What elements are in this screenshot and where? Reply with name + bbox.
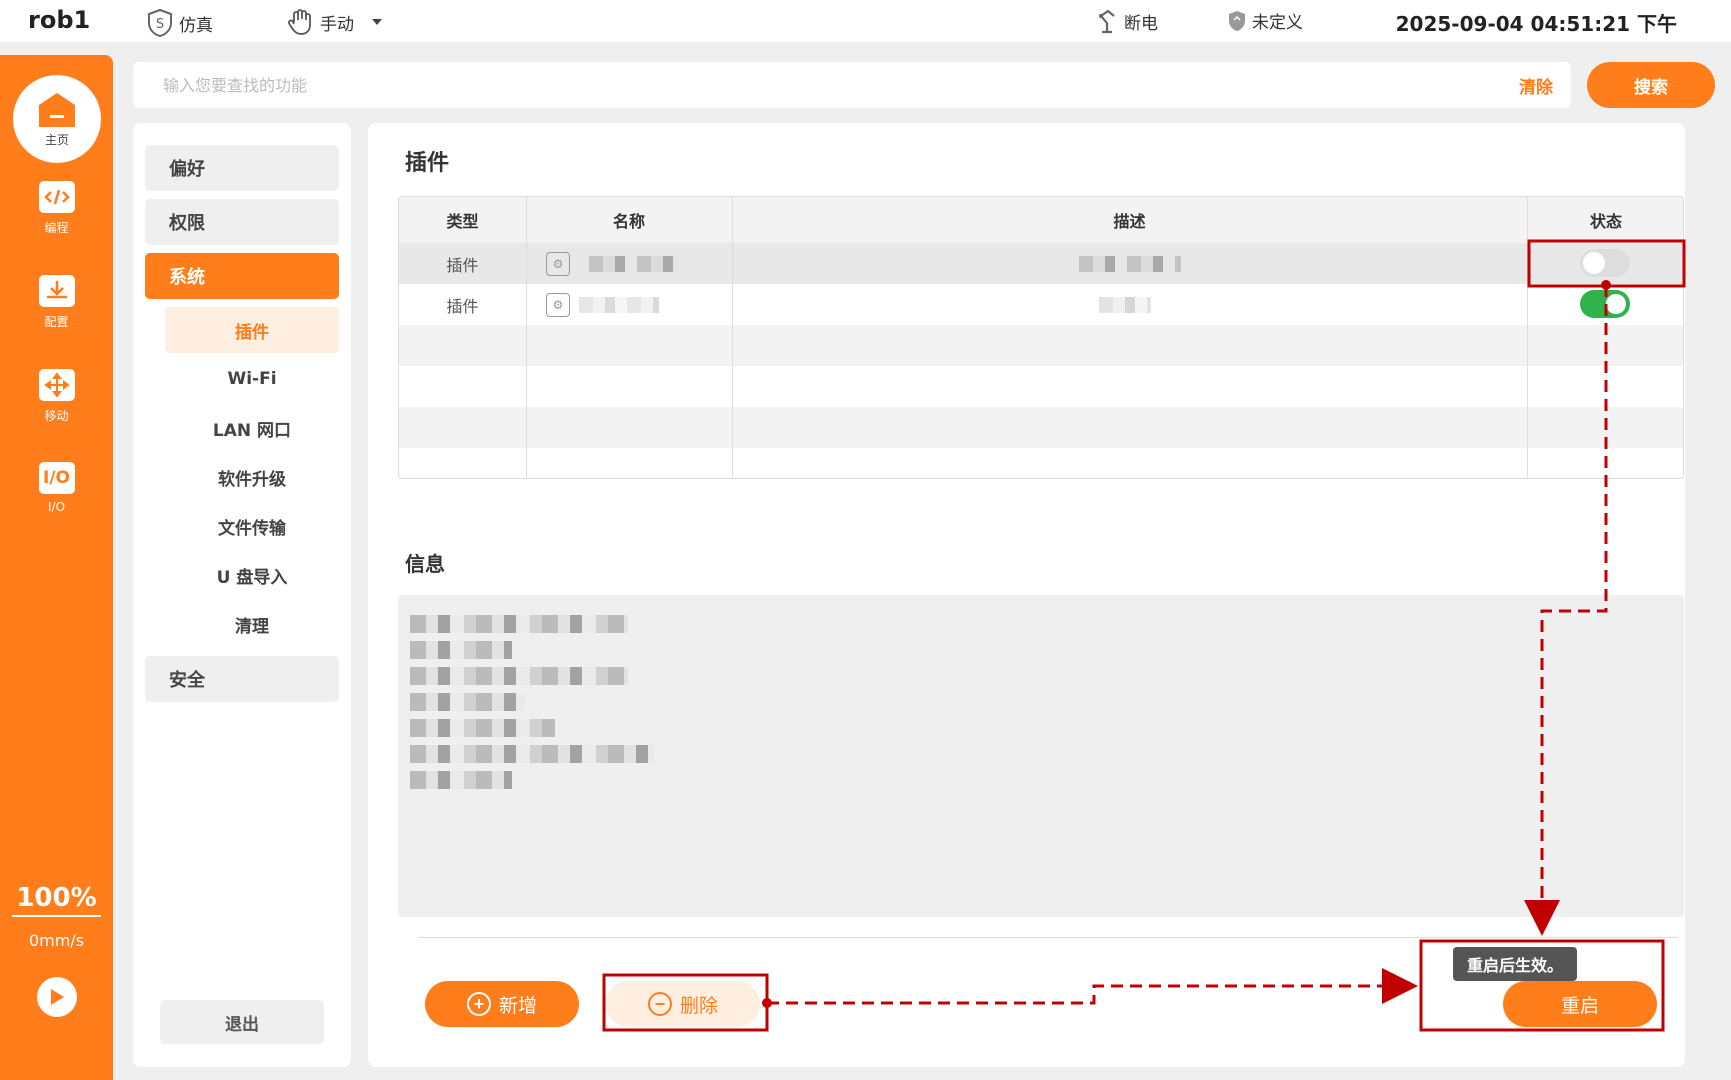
plugin-toggle[interactable] <box>1580 290 1630 318</box>
redacted-info-line <box>410 745 654 763</box>
control-mode-label: 手动 <box>320 14 354 35</box>
submenu-lan[interactable]: LAN 网口 <box>165 405 339 451</box>
column-header-description: 描述 <box>1113 212 1146 231</box>
system-clock: 2025-09-04 04:51:21 下午 <box>1395 12 1677 36</box>
speed-value: 0mm/s <box>28 931 85 950</box>
table-row-empty <box>399 325 1683 366</box>
download-icon <box>38 275 75 307</box>
add-plugin-label: 新增 <box>498 995 537 1017</box>
nav-move[interactable]: 移动 <box>0 369 113 424</box>
column-header-type: 类型 <box>446 212 479 231</box>
power-status[interactable]: 断电 <box>1096 8 1158 34</box>
clear-button[interactable]: 清除 <box>1519 73 1553 98</box>
shield-s-icon: S <box>148 8 172 38</box>
plugin-toggle[interactable] <box>1580 249 1630 277</box>
search-input[interactable] <box>163 71 1363 99</box>
submenu-file-transfer[interactable]: 文件传输 <box>165 503 339 549</box>
table-row[interactable]: 插件 ⚙ <box>399 284 1683 325</box>
footer-divider <box>418 937 1678 938</box>
caret-down-icon <box>372 19 382 25</box>
top-bar: rob1 S 仿真 手动 断电 未定义 2025-09-04 04:51:21 … <box>0 0 1731 42</box>
play-button[interactable] <box>37 977 77 1017</box>
robot-arm-icon <box>1099 9 1115 34</box>
sim-mode-label: 仿真 <box>179 15 213 36</box>
shield-icon <box>1229 10 1245 31</box>
safety-status[interactable]: 未定义 <box>1226 8 1303 33</box>
code-icon <box>38 181 75 213</box>
column-header-status: 状态 <box>1589 212 1622 231</box>
plugin-icon: ⚙ <box>546 293 570 317</box>
left-nav: 主页 编程 配置 移动 I/O I/O 100% 0mm/s ? ? ? ? <box>0 55 113 1080</box>
redacted-info-line <box>410 641 512 659</box>
add-plugin-button[interactable]: + 新增 <box>425 981 579 1027</box>
plugins-title: 插件 <box>405 151 450 176</box>
search-bar: 清除 <box>133 62 1571 108</box>
safety-status-label: 未定义 <box>1252 13 1303 33</box>
table-row-empty <box>399 448 1683 478</box>
redacted-info-line <box>410 667 628 685</box>
table-row-empty <box>399 407 1683 448</box>
plugin-panel: 插件 类型 名称 描述 状态 插件 ⚙ 插件 ⚙ 信息 + 新增 − 删除 重启… <box>368 123 1685 1067</box>
move-icon <box>38 369 75 401</box>
svg-text:S: S <box>156 17 164 32</box>
submenu-wifi[interactable]: Wi-Fi <box>165 356 339 402</box>
column-divider <box>526 197 527 478</box>
nav-programming[interactable]: 编程 <box>0 181 113 236</box>
redacted-name <box>579 297 659 313</box>
table-row[interactable]: 插件 ⚙ <box>399 243 1683 284</box>
column-divider <box>1527 197 1528 478</box>
settings-menu: 偏好 权限 系统 插件 Wi-Fi LAN 网口 软件升级 文件传输 U 盘导入… <box>133 123 351 1067</box>
nav-home[interactable]: 主页 <box>13 75 101 163</box>
menu-system[interactable]: 系统 <box>145 253 339 299</box>
play-icon <box>51 989 64 1005</box>
submenu-software-upgrade[interactable]: 软件升级 <box>165 454 339 500</box>
redacted-info-line <box>410 615 628 633</box>
column-header-name: 名称 <box>612 212 645 231</box>
table-header: 类型 名称 描述 状态 <box>399 197 1683 243</box>
delete-plugin-label: 删除 <box>679 995 718 1017</box>
submenu-usb-import[interactable]: U 盘导入 <box>165 552 339 598</box>
redacted-description <box>1099 297 1151 313</box>
redacted-info-line <box>410 771 512 789</box>
row-type: 插件 <box>446 255 479 275</box>
nav-home-label: 主页 <box>44 132 69 147</box>
nav-io[interactable]: I/O I/O <box>0 462 113 514</box>
info-title: 信息 <box>405 552 445 576</box>
hand-icon <box>288 9 311 35</box>
menu-security[interactable]: 安全 <box>145 656 339 702</box>
menu-permission[interactable]: 权限 <box>145 199 339 245</box>
column-divider <box>732 197 733 478</box>
submenu-plugins[interactable]: 插件 <box>165 307 339 353</box>
redacted-description <box>1079 256 1181 272</box>
submenu-cleanup[interactable]: 清理 <box>165 601 339 647</box>
speed-percent[interactable]: 100% <box>12 883 101 917</box>
minus-circle-icon: − <box>647 992 672 1016</box>
redacted-info-line <box>410 693 525 711</box>
control-mode-dropdown[interactable]: 手动 <box>286 8 388 36</box>
menu-preference[interactable]: 偏好 <box>145 145 339 191</box>
delete-plugin-button[interactable]: − 删除 <box>606 981 760 1027</box>
info-panel <box>398 595 1684 917</box>
home-icon <box>39 92 75 127</box>
nav-programming-label: 编程 <box>44 221 69 235</box>
search-button[interactable]: 搜索 <box>1587 62 1715 108</box>
plugin-table: 类型 名称 描述 状态 插件 ⚙ 插件 ⚙ <box>398 196 1684 479</box>
redacted-name <box>589 256 679 272</box>
restart-button[interactable]: 重启 <box>1503 981 1657 1027</box>
table-row-empty <box>399 366 1683 407</box>
restart-tooltip: 重启后生效。 <box>1453 947 1588 989</box>
redacted-info-line <box>410 719 555 737</box>
nav-io-label: I/O <box>47 500 66 514</box>
plugin-icon: ⚙ <box>546 252 570 276</box>
exit-button[interactable]: 退出 <box>160 1000 324 1044</box>
sim-mode-indicator[interactable]: S 仿真 <box>145 8 213 38</box>
nav-config-label: 配置 <box>44 315 69 329</box>
row-type: 插件 <box>446 296 479 316</box>
plus-circle-icon: + <box>466 992 491 1016</box>
power-status-label: 断电 <box>1124 13 1158 34</box>
robot-name[interactable]: rob1 <box>28 6 90 34</box>
nav-move-label: 移动 <box>44 409 69 423</box>
nav-config[interactable]: 配置 <box>0 275 113 330</box>
io-icon: I/O <box>38 462 75 494</box>
